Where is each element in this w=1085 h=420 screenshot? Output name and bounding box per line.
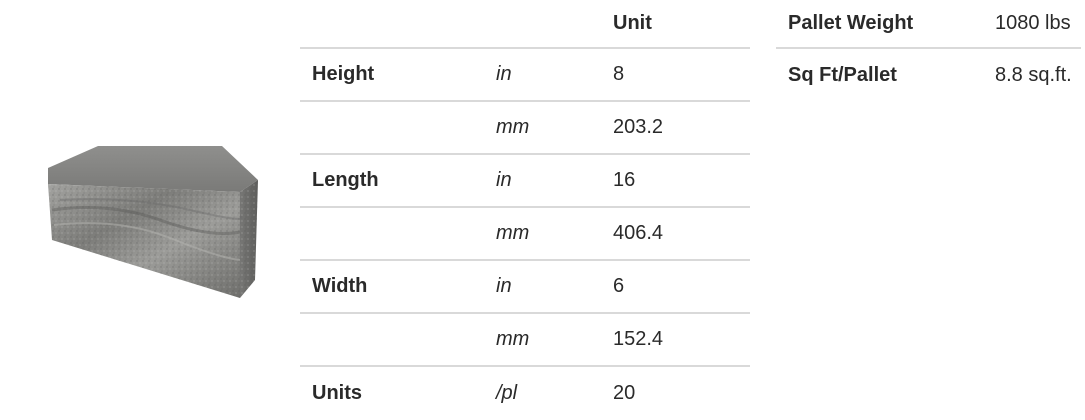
row-unit: mm <box>496 328 530 350</box>
row-value: 16 <box>613 169 636 191</box>
table-row-width-in: Width in 6 <box>300 261 750 314</box>
row-unit: mm <box>496 116 530 138</box>
pallet-value: 8.8 sq.ft. <box>995 64 1072 86</box>
wall-block-image <box>40 140 265 300</box>
row-label: Width <box>312 275 368 297</box>
spec-table: Unit Height in 8 mm 203.2 Length in 16 m… <box>300 0 750 420</box>
table-row-width-mm: mm 152.4 <box>300 314 750 367</box>
row-value: 6 <box>613 275 625 297</box>
row-value: 152.4 <box>613 328 664 350</box>
row-unit: mm <box>496 222 530 244</box>
table-row-height-in: Height in 8 <box>300 49 750 102</box>
row-value: 203.2 <box>613 116 664 138</box>
row-value: 406.4 <box>613 222 664 244</box>
pallet-row-sqft: Sq Ft/Pallet 8.8 sq.ft. <box>776 49 1081 102</box>
row-value: 20 <box>613 382 636 404</box>
table-row-length-mm: mm 406.4 <box>300 208 750 261</box>
row-label: Units <box>312 382 362 404</box>
pallet-row-weight: Pallet Weight 1080 lbs <box>776 0 1081 49</box>
table-row-units: Units /pl 20 <box>300 367 750 420</box>
row-label: Height <box>312 63 375 85</box>
row-unit: /pl <box>496 382 518 404</box>
pallet-table: Pallet Weight 1080 lbs Sq Ft/Pallet 8.8 … <box>776 0 1081 102</box>
pallet-value: 1080 lbs <box>995 12 1071 34</box>
row-label: Length <box>312 169 379 191</box>
header-value-cell: Unit <box>613 12 652 34</box>
table-row-length-in: Length in 16 <box>300 155 750 208</box>
row-unit: in <box>496 169 512 191</box>
pallet-label: Pallet Weight <box>788 12 914 34</box>
pallet-label: Sq Ft/Pallet <box>788 64 897 86</box>
row-unit: in <box>496 275 512 297</box>
row-value: 8 <box>613 63 625 85</box>
table-row-height-mm: mm 203.2 <box>300 102 750 155</box>
table-header-row: Unit <box>300 0 750 49</box>
row-unit: in <box>496 63 512 85</box>
